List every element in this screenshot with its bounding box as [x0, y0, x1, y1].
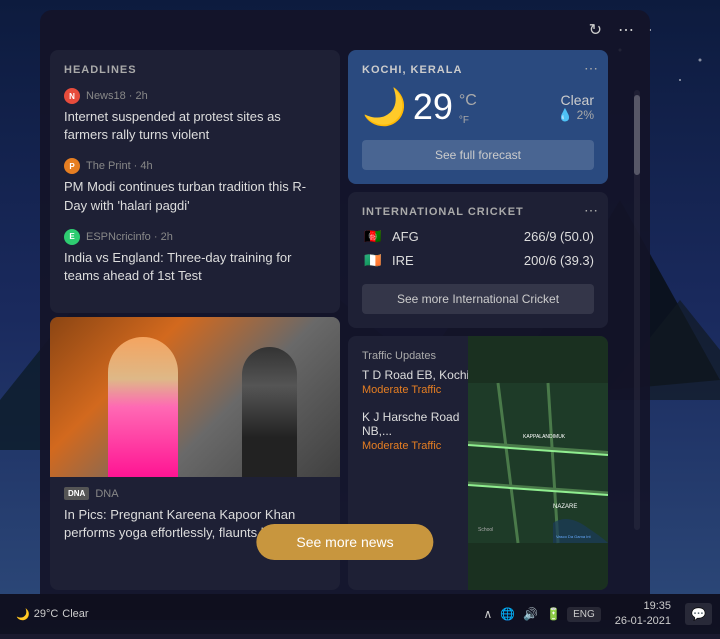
taskbar-weather-cond: Clear — [62, 608, 88, 620]
weather-details: Clear 💧 2% — [558, 92, 594, 122]
afg-name: AFG — [392, 229, 432, 244]
weather-icon-temp: 🌙 29 °C°F — [362, 86, 477, 128]
taskbar-weather-icon: 🌙 — [16, 608, 30, 621]
tray-chevron[interactable]: ∧ — [483, 607, 492, 621]
more-options-icon[interactable]: ⋯ — [618, 20, 634, 40]
news-title-3: India vs England: Three-day training for… — [64, 249, 326, 285]
news-title-1: Internet suspended at protest sites as f… — [64, 108, 326, 144]
tray-volume[interactable]: 🔊 — [523, 607, 538, 621]
afg-flag: 🇦🇫 — [362, 228, 384, 244]
traffic-road-1[interactable]: T D Road EB, Kochi Moderate Traffic — [362, 368, 482, 396]
news-source-2: P The Print · 4h — [64, 158, 326, 174]
taskbar-date-display: 26-01-2021 — [615, 614, 671, 629]
road-status-2: Moderate Traffic — [362, 440, 482, 452]
person-right-silhouette — [242, 347, 297, 477]
afg-score: 266/9 (50.0) — [524, 229, 594, 244]
road-name-2: K J Harsche Road NB,... — [362, 410, 482, 438]
weather-rain: 💧 2% — [558, 108, 594, 122]
svg-text:School: School — [478, 527, 493, 533]
cricket-team-ire: 🇮🇪 IRE 200/6 (39.3) — [362, 252, 594, 268]
refresh-icon[interactable]: ↻ — [589, 20, 602, 40]
ire-name: IRE — [392, 253, 432, 268]
svg-text:KAPPALANDIMUK: KAPPALANDIMUK — [523, 434, 566, 440]
weather-location: KOCHI, KERALA — [362, 64, 594, 76]
espn-icon: E — [64, 229, 80, 245]
svg-text:NAZARE: NAZARE — [553, 504, 577, 510]
panel-content: HEADLINES N News18 · 2h Internet suspend… — [40, 50, 650, 590]
cricket-card: ⋯ INTERNATIONAL CRICKET 🇦🇫 AFG 266/9 (50… — [348, 192, 608, 328]
taskbar: 🌙 29°C Clear ∧ 🌐 🔊 🔋 ENG 19:35 26-01-202… — [0, 594, 720, 634]
system-tray: ∧ 🌐 🔊 🔋 — [483, 607, 561, 621]
print-icon: P — [64, 158, 80, 174]
scrollbar-thumb — [634, 95, 640, 175]
source-name-1: News18 · 2h — [86, 90, 148, 102]
traffic-road-2[interactable]: K J Harsche Road NB,... Moderate Traffic — [362, 410, 482, 452]
panel-scrollbar[interactable] — [634, 90, 640, 530]
news-title-2: PM Modi continues turban tradition this … — [64, 178, 326, 214]
svg-text:Vasco Da Gama Int: Vasco Da Gama Int — [556, 534, 591, 539]
language-button[interactable]: ENG — [567, 607, 601, 622]
traffic-label: Traffic Updates — [362, 350, 482, 362]
news-image-source: DNA DNA — [64, 487, 326, 500]
left-column: HEADLINES N News18 · 2h Internet suspend… — [50, 50, 340, 590]
weather-unit: °C°F — [459, 92, 477, 128]
ire-flag: 🇮🇪 — [362, 252, 384, 268]
news-source-3: E ESPNcricinfo · 2h — [64, 229, 326, 245]
news-item-3[interactable]: E ESPNcricinfo · 2h India vs England: Th… — [64, 229, 326, 285]
cricket-menu-icon[interactable]: ⋯ — [584, 202, 598, 219]
taskbar-clock[interactable]: 19:35 26-01-2021 — [607, 599, 679, 630]
tray-network[interactable]: 🌐 — [500, 607, 515, 621]
cricket-label: INTERNATIONAL CRICKET — [362, 206, 594, 218]
weather-main: 🌙 29 °C°F Clear 💧 2% — [362, 86, 594, 128]
headlines-label: HEADLINES — [64, 64, 326, 76]
taskbar-time-display: 19:35 — [615, 599, 671, 614]
weather-temperature: 29 — [413, 86, 453, 128]
weather-menu-icon[interactable]: ⋯ — [584, 60, 598, 77]
road-status-1: Moderate Traffic — [362, 384, 482, 396]
forecast-button[interactable]: See full forecast — [362, 140, 594, 170]
source-name-3: ESPNcricinfo · 2h — [86, 231, 173, 243]
ire-score: 200/6 (39.3) — [524, 253, 594, 268]
taskbar-right: ∧ 🌐 🔊 🔋 ENG 19:35 26-01-2021 💬 — [483, 599, 720, 630]
person-left-silhouette — [108, 337, 178, 477]
rain-percent: 2% — [577, 108, 594, 122]
news-item-2[interactable]: P The Print · 4h PM Modi continues turba… — [64, 158, 326, 214]
news-image — [50, 317, 340, 477]
traffic-map: KAPPALANDIMUK NAZARE School Vasco Da Gam… — [468, 336, 608, 590]
cricket-team-afg: 🇦🇫 AFG 266/9 (50.0) — [362, 228, 594, 244]
rain-icon: 💧 — [558, 108, 573, 122]
tray-battery[interactable]: 🔋 — [546, 607, 561, 621]
weather-card: ⋯ KOCHI, KERALA 🌙 29 °C°F Clear 💧 2% — [348, 50, 608, 184]
dna-source-name: DNA — [95, 488, 118, 500]
notification-button[interactable]: 💬 — [685, 603, 712, 625]
road-name-1: T D Road EB, Kochi — [362, 368, 482, 382]
taskbar-weather-temp: 29°C — [34, 608, 59, 620]
see-more-news-button[interactable]: See more news — [256, 524, 433, 560]
dna-icon: DNA — [64, 487, 89, 500]
news-item-1[interactable]: N News18 · 2h Internet suspended at prot… — [64, 88, 326, 144]
right-column: ⋯ KOCHI, KERALA 🌙 29 °C°F Clear 💧 2% — [348, 50, 608, 590]
widget-panel: ↻ ⋯ HEADLINES N News18 · 2h Internet sus… — [40, 10, 650, 620]
headlines-card: HEADLINES N News18 · 2h Internet suspend… — [50, 50, 340, 313]
source-name-2: The Print · 4h — [86, 160, 153, 172]
taskbar-left: 🌙 29°C Clear — [0, 608, 483, 621]
news18-icon: N — [64, 88, 80, 104]
panel-header: ↻ ⋯ — [40, 10, 650, 50]
more-cricket-button[interactable]: See more International Cricket — [362, 284, 594, 314]
weather-icon: 🌙 — [362, 86, 407, 128]
taskbar-weather[interactable]: 🌙 29°C Clear — [8, 608, 97, 621]
news-source-1: N News18 · 2h — [64, 88, 326, 104]
weather-condition: Clear — [558, 92, 594, 108]
